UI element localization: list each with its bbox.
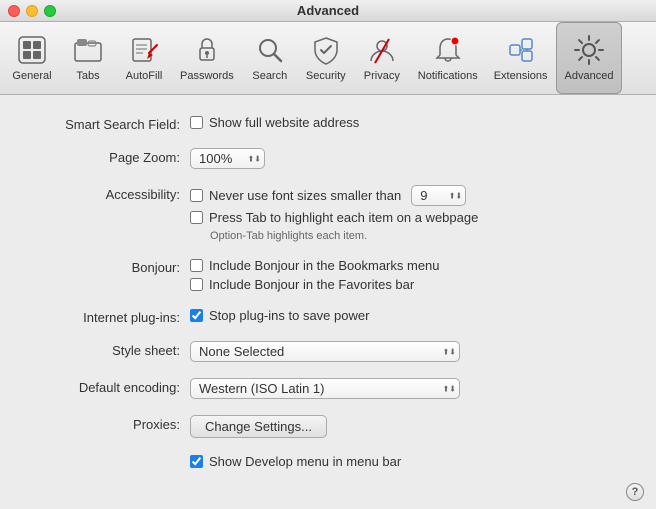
accessibility-font-label[interactable]: Never use font sizes smaller than [209, 188, 401, 203]
develop-menu-checkbox-row: Show Develop menu in menu bar [190, 454, 401, 469]
extensions-label: Extensions [494, 70, 548, 82]
search-label: Search [252, 70, 287, 82]
page-zoom-select[interactable]: 75% 85% 90% 100% 110% 125% 150% [190, 148, 265, 169]
accessibility-controls: Never use font sizes smaller than 9 10 1… [190, 185, 478, 242]
accessibility-row: Accessibility: Never use font sizes smal… [30, 185, 626, 242]
page-zoom-controls: 75% 85% 90% 100% 110% 125% 150% [190, 148, 265, 169]
smart-search-checkbox[interactable] [190, 116, 203, 129]
toolbar-item-advanced[interactable]: Advanced [556, 22, 623, 94]
bonjour-label: Bonjour: [30, 258, 190, 275]
privacy-label: Privacy [364, 70, 400, 82]
extensions-icon [505, 34, 537, 66]
accessibility-font-row: Never use font sizes smaller than 9 10 1… [190, 185, 478, 206]
toolbar-item-extensions[interactable]: Extensions [486, 22, 556, 94]
internet-plugins-checkbox-row: Stop plug-ins to save power [190, 308, 369, 323]
page-zoom-select-wrapper: 75% 85% 90% 100% 110% 125% 150% [190, 148, 265, 169]
page-zoom-row: Page Zoom: 75% 85% 90% 100% 110% 125% 15… [30, 148, 626, 169]
style-sheet-row: Style sheet: None Selected [30, 341, 626, 362]
passwords-label: Passwords [180, 70, 234, 82]
internet-plugins-row: Internet plug-ins: Stop plug-ins to save… [30, 308, 626, 325]
toolbar-item-notifications[interactable]: Notifications [410, 22, 486, 94]
style-sheet-select[interactable]: None Selected [190, 341, 460, 362]
content-wrapper: Smart Search Field: Show full website ad… [0, 95, 656, 509]
proxies-controls: Change Settings... [190, 415, 327, 438]
security-label: Security [306, 70, 346, 82]
bonjour-bookmarks-row: Include Bonjour in the Bookmarks menu [190, 258, 440, 273]
general-icon [16, 34, 48, 66]
help-button[interactable]: ? [626, 483, 644, 501]
internet-plugins-checkbox-label[interactable]: Stop plug-ins to save power [209, 308, 369, 323]
smart-search-checkbox-row: Show full website address [190, 115, 359, 130]
toolbar-item-general[interactable]: General [4, 22, 60, 94]
proxies-row: Proxies: Change Settings... [30, 415, 626, 438]
style-sheet-label: Style sheet: [30, 341, 190, 358]
page-zoom-label: Page Zoom: [30, 148, 190, 165]
traffic-lights [8, 5, 56, 17]
toolbar-item-passwords[interactable]: Passwords [172, 22, 242, 94]
close-button[interactable] [8, 5, 20, 17]
style-sheet-controls: None Selected [190, 341, 460, 362]
window-title: Advanced [297, 3, 359, 18]
bonjour-controls: Include Bonjour in the Bookmarks menu In… [190, 258, 440, 292]
minimize-button[interactable] [26, 5, 38, 17]
bonjour-favorites-checkbox[interactable] [190, 278, 203, 291]
internet-plugins-label: Internet plug-ins: [30, 308, 190, 325]
toolbar-item-search[interactable]: Search [242, 22, 298, 94]
security-icon [310, 34, 342, 66]
bonjour-favorites-row: Include Bonjour in the Favorites bar [190, 277, 440, 292]
toolbar-item-tabs[interactable]: Tabs [60, 22, 116, 94]
privacy-icon [366, 34, 398, 66]
accessibility-helper-text: Option-Tab highlights each item. [210, 230, 478, 242]
bonjour-bookmarks-label[interactable]: Include Bonjour in the Bookmarks menu [209, 258, 440, 273]
bottom-bar: ? [626, 483, 644, 501]
proxies-label: Proxies: [30, 415, 190, 432]
accessibility-tab-label[interactable]: Press Tab to highlight each item on a we… [209, 210, 478, 225]
maximize-button[interactable] [44, 5, 56, 17]
autofill-icon [128, 34, 160, 66]
tabs-label: Tabs [76, 70, 99, 82]
title-bar: Advanced [0, 0, 656, 22]
default-encoding-row: Default encoding: Western (ISO Latin 1) … [30, 378, 626, 399]
toolbar-item-security[interactable]: Security [298, 22, 354, 94]
bonjour-row: Bonjour: Include Bonjour in the Bookmark… [30, 258, 626, 292]
toolbar: General Tabs AutoFill [0, 22, 656, 95]
general-label: General [12, 70, 51, 82]
autofill-label: AutoFill [126, 70, 163, 82]
font-size-select-wrapper: 9 10 11 12 14 [411, 185, 466, 206]
notifications-label: Notifications [418, 70, 478, 82]
change-settings-button[interactable]: Change Settings... [190, 415, 327, 438]
default-encoding-controls: Western (ISO Latin 1) Unicode (UTF-8) Ja… [190, 378, 460, 399]
content-area: Smart Search Field: Show full website ad… [0, 95, 656, 509]
bonjour-bookmarks-checkbox[interactable] [190, 259, 203, 272]
default-encoding-select-wrapper: Western (ISO Latin 1) Unicode (UTF-8) Ja… [190, 378, 460, 399]
smart-search-label: Smart Search Field: [30, 115, 190, 132]
develop-menu-checkbox-label[interactable]: Show Develop menu in menu bar [209, 454, 401, 469]
bonjour-favorites-label[interactable]: Include Bonjour in the Favorites bar [209, 277, 414, 292]
accessibility-font-checkbox[interactable] [190, 189, 203, 202]
passwords-icon [191, 34, 223, 66]
advanced-label: Advanced [565, 70, 614, 82]
smart-search-row: Smart Search Field: Show full website ad… [30, 115, 626, 132]
accessibility-tab-checkbox[interactable] [190, 211, 203, 224]
smart-search-checkbox-label[interactable]: Show full website address [209, 115, 359, 130]
default-encoding-label: Default encoding: [30, 378, 190, 395]
style-sheet-select-wrapper: None Selected [190, 341, 460, 362]
develop-menu-row: Show Develop menu in menu bar [190, 454, 626, 469]
notifications-icon [432, 34, 464, 66]
default-encoding-select[interactable]: Western (ISO Latin 1) Unicode (UTF-8) Ja… [190, 378, 460, 399]
internet-plugins-checkbox[interactable] [190, 309, 203, 322]
internet-plugins-controls: Stop plug-ins to save power [190, 308, 369, 323]
toolbar-item-autofill[interactable]: AutoFill [116, 22, 172, 94]
search-icon [254, 34, 286, 66]
toolbar-item-privacy[interactable]: Privacy [354, 22, 410, 94]
develop-menu-controls: Show Develop menu in menu bar [190, 454, 401, 469]
smart-search-controls: Show full website address [190, 115, 359, 130]
tabs-icon [72, 34, 104, 66]
advanced-icon [573, 34, 605, 66]
font-size-select[interactable]: 9 10 11 12 14 [411, 185, 466, 206]
accessibility-tab-row: Press Tab to highlight each item on a we… [190, 210, 478, 225]
accessibility-label: Accessibility: [30, 185, 190, 202]
develop-menu-checkbox[interactable] [190, 455, 203, 468]
